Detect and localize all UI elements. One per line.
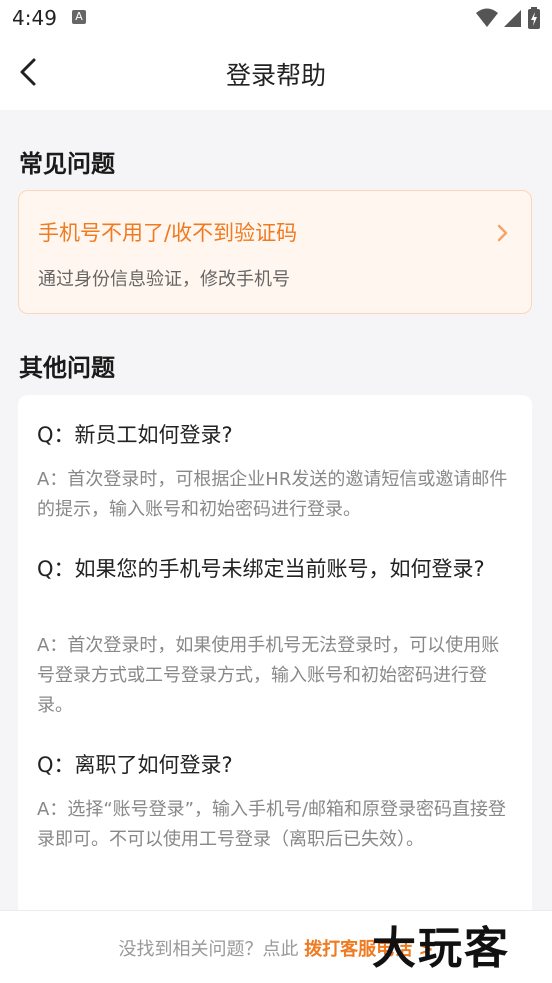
question-2: Q：如果您的手机号未绑定当前账号，如何登录? [37, 557, 485, 581]
question-3: Q：离职了如何登录? [37, 753, 233, 777]
status-time: 4:49 [12, 6, 57, 30]
wifi-icon [476, 8, 498, 27]
battery-icon [528, 7, 540, 29]
status-icons [476, 7, 540, 29]
footer-prefix: 没找到相关问题？点此 [118, 939, 305, 960]
faq-card-phone[interactable]: 手机号不用了/收不到验证码 通过身份信息验证，修改手机号 [18, 190, 532, 314]
nav-bar: 登录帮助 [0, 36, 552, 110]
signal-icon [504, 10, 521, 27]
notification-icon: A [72, 10, 86, 24]
page-title: 登录帮助 [225, 61, 326, 90]
answer-1: A：首次登录时，可根据企业HR发送的邀请短信或邀请邮件的提示，输入账号和初始密码… [37, 469, 508, 520]
faq-subtitle: 通过身份信息验证，修改手机号 [38, 269, 290, 290]
faq-title: 手机号不用了/收不到验证码 [38, 221, 298, 245]
chevron-right-icon [497, 224, 508, 242]
question-1: Q：新员工如何登录? [37, 423, 233, 447]
status-bar: 4:49 A [0, 0, 552, 36]
section-title-other: 其他问题 [19, 354, 115, 382]
watermark-logo: 大玩客 [372, 923, 510, 974]
answer-2: A：首次登录时，如果使用手机号无法登录时，可以使用账号登录方式或工号登录方式，输… [37, 635, 500, 716]
section-title-common: 常见问题 [19, 150, 115, 178]
answer-3: A：选择“账号登录”，输入手机号/邮箱和原登录密码直接登录即可。不可以使用工号登… [37, 799, 507, 850]
qa-card: Q：新员工如何登录? A：首次登录时，可根据企业HR发送的邀请短信或邀请邮件的提… [18, 395, 532, 935]
